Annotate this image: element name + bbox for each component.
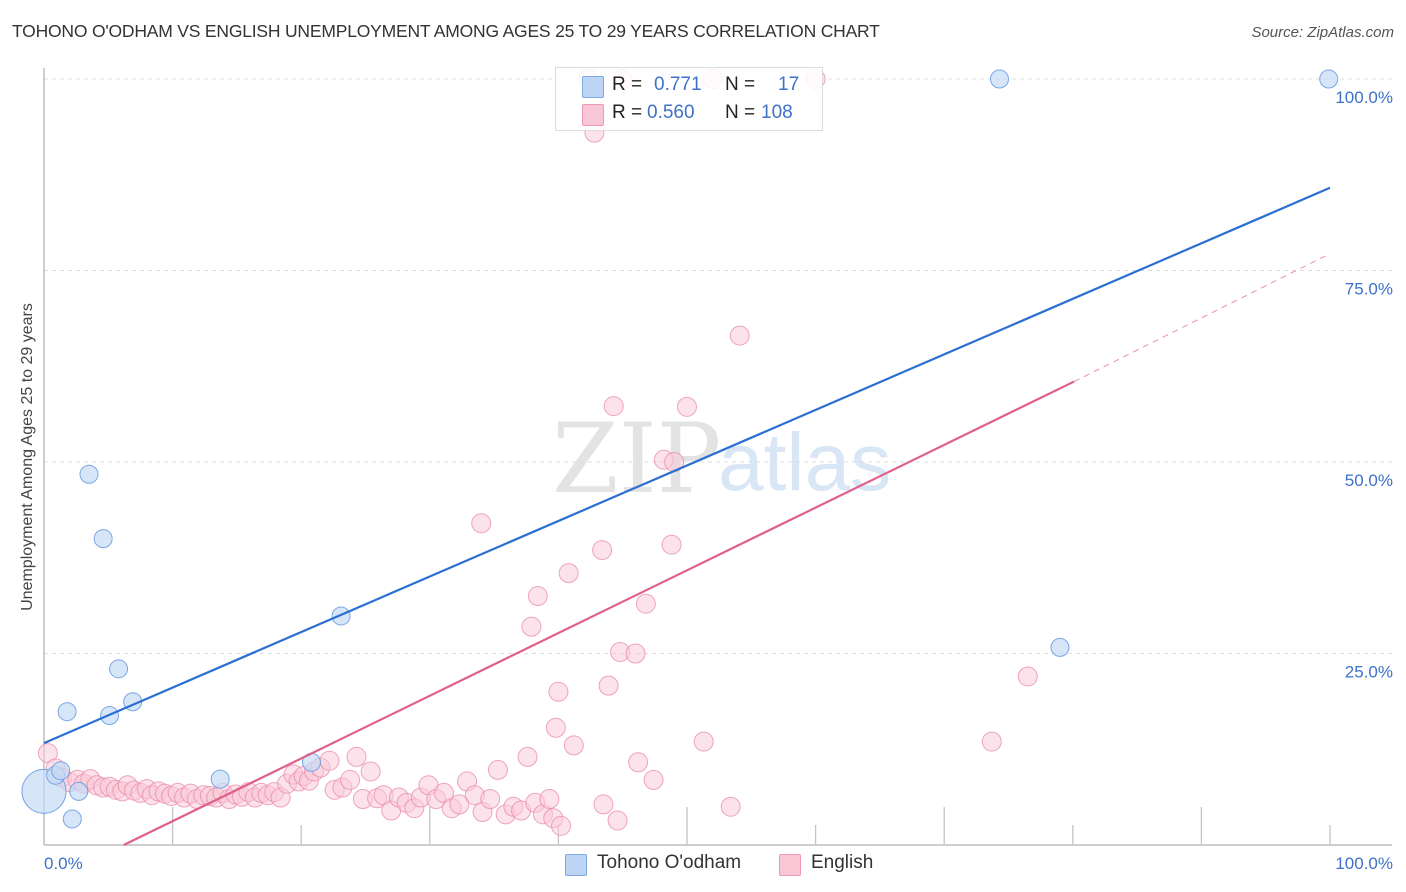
tohono-point: [109, 659, 129, 679]
tohono-point: [1319, 69, 1339, 89]
legend-n-label: N =: [725, 102, 756, 123]
tohono-point: [93, 529, 113, 549]
english-point: [1017, 666, 1038, 687]
english-point: [628, 752, 649, 773]
legend-n-value: 108: [761, 102, 793, 123]
english-point: [527, 586, 548, 607]
y-tick-label: 75.0%: [1345, 280, 1393, 299]
english-point: [340, 769, 361, 790]
english-point: [563, 735, 584, 756]
english-point: [592, 540, 613, 561]
english-point: [981, 731, 1002, 752]
tohono-point: [989, 69, 1009, 89]
y-tick-labels: 25.0% 50.0% 75.0% 100.0%: [1335, 88, 1393, 682]
tohono-point: [62, 809, 82, 829]
x-tick-marks: [171, 807, 1331, 845]
english-point: [635, 593, 656, 614]
english-point: [607, 810, 628, 831]
english-point: [729, 325, 750, 346]
correlation-legend: R = 0.771 N = 17 R = 0.560 N = 108: [555, 67, 823, 131]
english-point: [521, 616, 542, 637]
english-point: [643, 769, 664, 790]
legend-r-value: 0.560: [647, 102, 695, 123]
english-point: [360, 761, 381, 782]
trend-lines: [43, 186, 1331, 846]
tohono-point: [210, 769, 230, 789]
watermark-zip: ZIP: [552, 403, 721, 515]
english-trend-extension: [1073, 253, 1331, 383]
english-point: [487, 759, 508, 780]
legend-n-label: N =: [725, 74, 756, 95]
english-point: [550, 815, 571, 836]
legend-r-label: R =: [612, 102, 643, 123]
english-point: [319, 750, 340, 771]
english-point: [661, 534, 682, 555]
english-point: [539, 789, 560, 810]
tohono-point: [57, 702, 77, 722]
legend-r-value: 0.771: [654, 74, 702, 95]
english-point: [720, 796, 741, 817]
english-point: [625, 643, 646, 664]
legend-swatch-tohono: [565, 854, 587, 876]
tohono-point: [1050, 637, 1070, 657]
tohono-point: [69, 781, 89, 801]
english-point: [346, 746, 367, 767]
series-legend: Tohono O'odham English: [0, 851, 1406, 879]
y-tick-label: 50.0%: [1345, 471, 1393, 490]
english-point: [558, 563, 579, 584]
english-point: [480, 789, 501, 810]
scatter-plot: ZIP atlas 25.0%50.0%75.0%100.0% 0.0% 100…: [21, 68, 1393, 873]
legend-swatch-tohono: [582, 76, 604, 98]
english-point: [677, 396, 697, 417]
english-point: [693, 731, 714, 752]
legend-label-english: English: [811, 852, 874, 873]
y-tick-label: 100.0%: [1335, 88, 1393, 107]
english-point: [593, 794, 614, 815]
english-point: [545, 717, 566, 738]
english-point: [598, 675, 619, 696]
legend-swatch-english: [582, 104, 604, 126]
watermark-atlas: atlas: [718, 417, 891, 508]
legend-swatch-english: [779, 854, 801, 876]
tohono-point: [79, 464, 99, 484]
gridlines: [44, 78, 1392, 654]
y-tick-label: 25.0%: [1345, 663, 1393, 682]
english-point: [603, 396, 624, 417]
legend-label-tohono: Tohono O'odham: [597, 852, 742, 873]
english-point: [517, 746, 538, 767]
legend-r-label: R =: [612, 74, 643, 95]
english-point: [548, 681, 569, 702]
english-point: [471, 513, 492, 534]
watermark: ZIP atlas: [552, 403, 891, 515]
legend-n-value: 17: [778, 74, 800, 95]
tohono-trend-line: [43, 186, 1331, 745]
tohono-point: [51, 761, 71, 781]
